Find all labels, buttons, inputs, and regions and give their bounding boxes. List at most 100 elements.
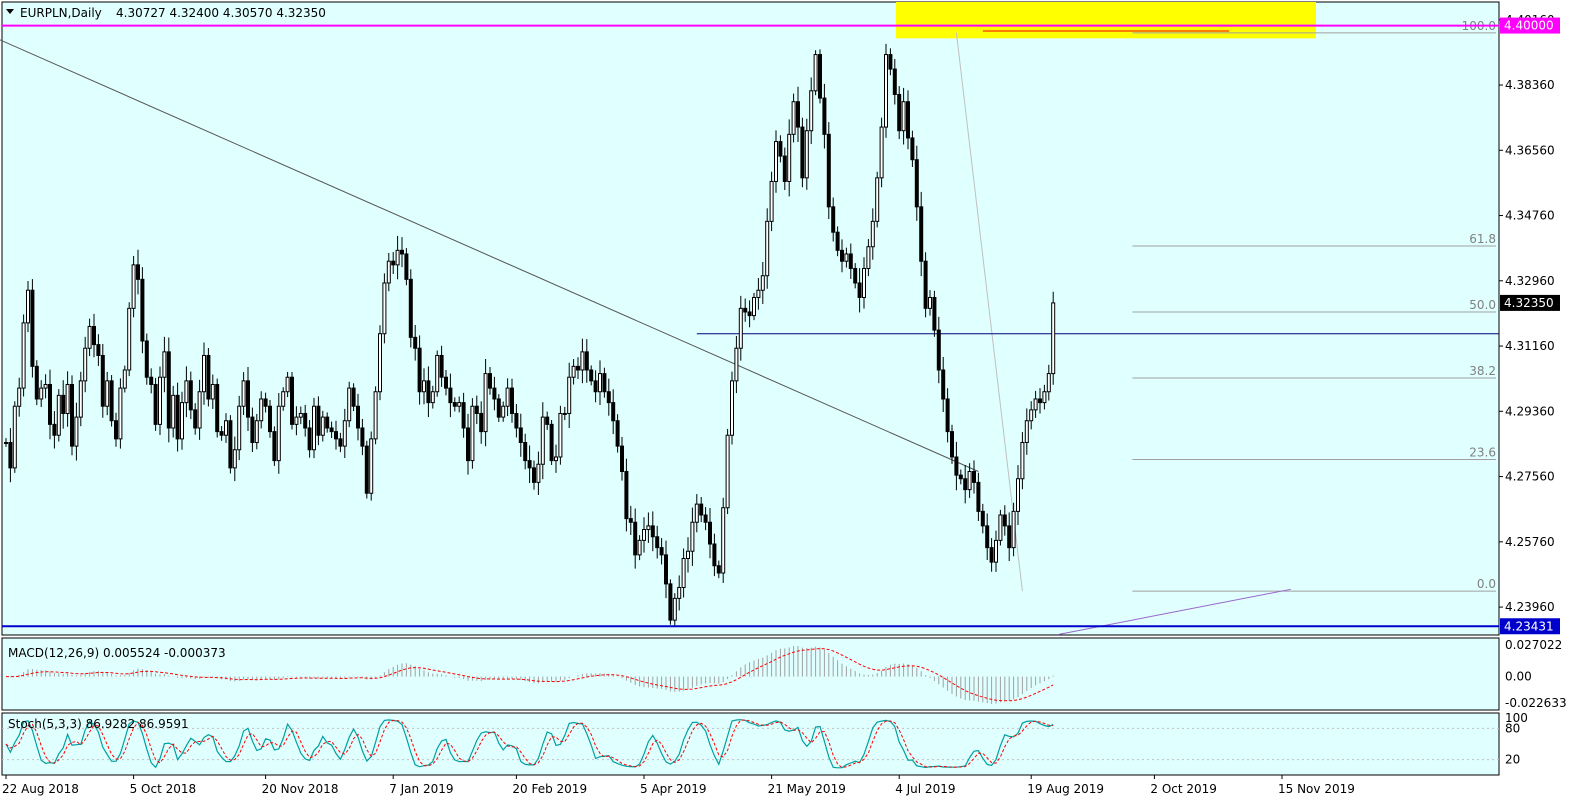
candle-body <box>400 249 404 255</box>
candle-body <box>963 478 968 491</box>
candle-body <box>1038 398 1042 404</box>
x-tick-label: 2 Oct 2019 <box>1150 782 1217 796</box>
fib-label: 61.8 <box>1469 232 1496 246</box>
candle-body <box>501 405 506 418</box>
candle-body <box>21 322 26 389</box>
candle-body <box>527 460 532 469</box>
y-tick-label: 4.23960 <box>1505 600 1555 614</box>
candle-body <box>536 463 541 483</box>
candle-body <box>382 282 387 335</box>
candle-body <box>853 267 858 284</box>
candle-body <box>567 376 572 414</box>
candle-body <box>1029 409 1034 422</box>
candle-body <box>351 387 356 407</box>
macd-panel[interactable] <box>1 637 1500 711</box>
candle-body <box>325 416 330 429</box>
price-panel[interactable] <box>1 1 1500 636</box>
candle-body <box>958 474 963 480</box>
candle-body <box>166 351 171 429</box>
candle-body <box>593 380 598 393</box>
candle-body <box>840 249 844 262</box>
candle-body <box>1007 525 1012 549</box>
candle-body <box>778 141 783 157</box>
candle-body <box>1024 420 1029 443</box>
candle-body <box>725 434 730 509</box>
candle-body <box>738 307 743 349</box>
candle-body <box>721 507 726 574</box>
candle-body <box>290 376 294 425</box>
candle-body <box>12 405 17 469</box>
candle-body <box>712 543 717 567</box>
candle-body <box>998 514 1003 541</box>
candle-body <box>1042 391 1047 404</box>
candle-body <box>153 383 158 425</box>
fib-label: 38.2 <box>1469 364 1496 378</box>
candle-body <box>615 420 620 447</box>
x-tick-label: 22 Aug 2018 <box>2 782 79 796</box>
candle-body <box>92 325 96 346</box>
candle-body <box>514 412 519 429</box>
candle-body <box>659 547 664 556</box>
price-label: 4.32350 <box>1504 296 1554 310</box>
candle-body <box>228 420 233 469</box>
candle-body <box>175 394 180 440</box>
candle-body <box>338 438 343 447</box>
candle-body <box>518 427 523 443</box>
y-tick-label: 4.34760 <box>1505 209 1555 223</box>
candle-body <box>620 445 624 472</box>
x-tick-label: 19 Aug 2019 <box>1027 782 1104 796</box>
candle-body <box>747 311 752 317</box>
candle-body <box>752 296 756 317</box>
candle-body <box>760 275 765 291</box>
candle-body <box>945 398 950 433</box>
candle-body <box>782 155 787 182</box>
candle-body <box>628 518 633 523</box>
candle-body <box>923 260 928 309</box>
candle-body <box>862 267 866 298</box>
candle-body <box>655 536 660 549</box>
candle-body <box>369 438 374 494</box>
candle-body <box>263 398 268 407</box>
candle-body <box>870 220 875 248</box>
stoch-panel[interactable] <box>1 712 1500 776</box>
candle-body <box>448 387 453 404</box>
x-tick-label: 21 May 2019 <box>768 782 846 796</box>
candle-body <box>598 373 602 393</box>
candle-body <box>444 376 448 389</box>
y-tick-label: 4.38360 <box>1505 78 1555 92</box>
candle-body <box>888 54 893 70</box>
candle-body <box>83 347 88 382</box>
candle-body <box>144 340 149 378</box>
candle-body <box>901 101 906 132</box>
chart-svg: 100.061.850.038.223.60.0 4.401604.383604… <box>0 1 1567 796</box>
candle-body <box>48 383 52 425</box>
x-tick-label: 4 Jul 2019 <box>895 782 955 796</box>
candle-body <box>430 391 435 404</box>
candle-body <box>562 412 567 415</box>
candle-body <box>848 253 853 269</box>
y-tick-label: 4.32960 <box>1505 274 1555 288</box>
candle-body <box>461 402 466 429</box>
candle-body <box>61 394 66 414</box>
chart-window: 100.061.850.038.223.60.0 4.401604.383604… <box>0 0 1582 807</box>
ohlc-values: 4.30727 4.32400 4.30570 4.32350 <box>116 6 326 20</box>
candle-body <box>756 289 761 298</box>
candle-body <box>540 416 545 465</box>
candle-body <box>404 253 409 280</box>
candle-body <box>312 405 316 451</box>
candle-body <box>809 90 814 132</box>
candle-body <box>140 278 145 342</box>
candle-body <box>96 344 101 356</box>
candle-body <box>716 565 721 574</box>
x-tick-label: 5 Apr 2019 <box>640 782 707 796</box>
candle-body <box>496 398 501 418</box>
candle-body <box>879 126 884 179</box>
candle-body <box>4 441 8 444</box>
candle-body <box>892 68 897 95</box>
candle-body <box>307 427 312 451</box>
y-tick-label: 4.29360 <box>1505 404 1555 418</box>
candle-body <box>906 101 910 139</box>
candle-body <box>127 307 132 371</box>
candle-body <box>936 329 941 371</box>
stoch-title: Stoch(5,3,3) 86.9282 86.9591 <box>8 717 189 731</box>
